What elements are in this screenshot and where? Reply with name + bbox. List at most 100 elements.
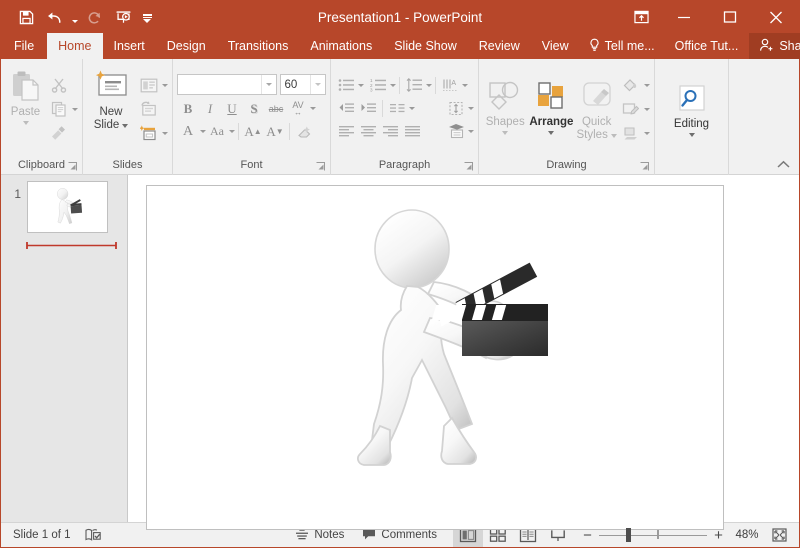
- list-item[interactable]: 1: [9, 181, 108, 233]
- zoom-slider[interactable]: [599, 525, 707, 545]
- bullets-dropdown-icon[interactable]: [358, 83, 364, 87]
- tab-animations[interactable]: Animations: [299, 33, 383, 59]
- font-name-dropdown-icon[interactable]: [260, 75, 276, 94]
- minimize-button[interactable]: [661, 1, 707, 33]
- font-size-input[interactable]: 60: [279, 74, 326, 95]
- shape-outline-dropdown-icon[interactable]: [643, 107, 650, 111]
- format-painter-button[interactable]: [47, 122, 70, 144]
- slide-thumbnail[interactable]: [27, 181, 108, 233]
- tab-insert[interactable]: Insert: [103, 33, 156, 59]
- numbering-button[interactable]: 1 2 3: [367, 75, 389, 96]
- font-name-input[interactable]: [177, 74, 277, 95]
- character-spacing-button[interactable]: AV ↔: [287, 98, 309, 119]
- line-spacing-dropdown-icon[interactable]: [426, 83, 432, 87]
- new-slide-button[interactable]: New Slide: [87, 64, 135, 154]
- tab-transitions[interactable]: Transitions: [217, 33, 300, 59]
- italic-button[interactable]: I: [199, 98, 221, 119]
- increase-indent-button[interactable]: [357, 98, 379, 119]
- text-direction-dropdown-icon[interactable]: [462, 83, 468, 87]
- zoom-percentage[interactable]: 48%: [730, 529, 764, 541]
- tab-slide-show[interactable]: Slide Show: [383, 33, 468, 59]
- convert-to-smartart-button[interactable]: [445, 121, 467, 142]
- font-size-dropdown-icon[interactable]: [310, 75, 325, 94]
- shape-effects-button[interactable]: [619, 122, 642, 144]
- slideshow-icon[interactable]: [110, 5, 136, 29]
- font-color-button[interactable]: A: [177, 121, 199, 142]
- tab-home[interactable]: Home: [47, 33, 103, 59]
- tab-view[interactable]: View: [531, 33, 580, 59]
- paste-button[interactable]: Paste: [5, 64, 46, 154]
- columns-button[interactable]: [386, 98, 408, 119]
- cut-button[interactable]: [47, 74, 70, 96]
- clear-formatting-button[interactable]: [293, 121, 315, 142]
- drawing-dialog-launcher[interactable]: [640, 162, 649, 171]
- bold-button[interactable]: B: [177, 98, 199, 119]
- underline-button[interactable]: U: [221, 98, 243, 119]
- text-direction-button[interactable]: A: [439, 75, 461, 96]
- align-left-button[interactable]: [335, 121, 357, 142]
- section-button[interactable]: [137, 122, 160, 144]
- align-text-button[interactable]: [445, 98, 467, 119]
- new-slide-dropdown-icon[interactable]: [122, 123, 129, 128]
- reset-button[interactable]: [137, 98, 160, 120]
- slide-editing-area[interactable]: [128, 175, 799, 530]
- tab-file[interactable]: File: [1, 33, 47, 59]
- bullets-button[interactable]: [335, 75, 357, 96]
- tab-review[interactable]: Review: [468, 33, 531, 59]
- arrange-button[interactable]: Arrange: [527, 74, 575, 144]
- text-shadow-button[interactable]: S: [243, 98, 265, 119]
- layout-button[interactable]: [137, 74, 160, 96]
- collapse-ribbon-button[interactable]: [729, 154, 799, 174]
- increase-font-size-button[interactable]: A ▲: [242, 121, 264, 142]
- maximize-button[interactable]: [707, 1, 753, 33]
- share-button[interactable]: Share: [749, 33, 800, 59]
- stick-figure-with-clapperboard-image[interactable]: [352, 208, 552, 478]
- thumbnail-pane-scrollbar[interactable]: [122, 175, 126, 522]
- paragraph-dialog-launcher[interactable]: [464, 162, 473, 171]
- layout-dropdown-icon[interactable]: [162, 83, 168, 87]
- slide-canvas[interactable]: [146, 185, 724, 530]
- strikethrough-button[interactable]: abc: [265, 98, 287, 119]
- slide-thumbnail-pane[interactable]: 1: [1, 175, 128, 522]
- tab-office-tutorials[interactable]: Office Tut...: [664, 33, 750, 59]
- shape-fill-dropdown-icon[interactable]: [643, 83, 650, 87]
- undo-dropdown-icon[interactable]: [69, 5, 80, 29]
- shapes-button[interactable]: Shapes: [483, 74, 527, 144]
- editing-button[interactable]: Editing: [665, 80, 719, 137]
- shape-outline-button[interactable]: [619, 98, 642, 120]
- clipboard-dialog-launcher[interactable]: [68, 162, 77, 171]
- align-right-button[interactable]: [379, 121, 401, 142]
- shape-effects-dropdown-icon[interactable]: [643, 131, 650, 135]
- close-button[interactable]: [753, 1, 799, 33]
- paste-dropdown-icon[interactable]: [22, 121, 29, 125]
- center-button[interactable]: [357, 121, 379, 142]
- tell-me-box[interactable]: Tell me...: [580, 33, 664, 59]
- quick-styles-dropdown-icon[interactable]: [610, 133, 617, 138]
- line-spacing-button[interactable]: [403, 75, 425, 96]
- justify-button[interactable]: [401, 121, 423, 142]
- smartart-dropdown-icon[interactable]: [468, 129, 474, 133]
- undo-icon[interactable]: [41, 5, 67, 29]
- copy-button[interactable]: [47, 98, 70, 120]
- arrange-dropdown-icon[interactable]: [548, 131, 555, 135]
- decrease-font-size-button[interactable]: A ▼: [264, 121, 286, 142]
- zoom-slider-handle[interactable]: [626, 528, 631, 542]
- character-spacing-dropdown-icon[interactable]: [310, 107, 316, 110]
- change-case-dropdown-icon[interactable]: [229, 130, 235, 133]
- save-icon[interactable]: [13, 5, 39, 29]
- columns-dropdown-icon[interactable]: [409, 106, 415, 110]
- fit-to-window-button[interactable]: [767, 525, 791, 545]
- align-text-dropdown-icon[interactable]: [468, 106, 474, 110]
- copy-dropdown-icon[interactable]: [72, 107, 78, 111]
- decrease-indent-button[interactable]: [335, 98, 357, 119]
- section-dropdown-icon[interactable]: [162, 131, 168, 135]
- tab-design[interactable]: Design: [156, 33, 217, 59]
- shapes-dropdown-icon[interactable]: [502, 131, 509, 135]
- quick-styles-button[interactable]: Quick Styles: [575, 74, 618, 144]
- accessibility-checker-button[interactable]: [84, 528, 101, 542]
- shape-fill-button[interactable]: [619, 74, 642, 96]
- font-dialog-launcher-bottom[interactable]: [316, 162, 325, 171]
- numbering-dropdown-icon[interactable]: [390, 83, 396, 87]
- editing-dropdown-icon[interactable]: [688, 132, 695, 137]
- ribbon-display-options-icon[interactable]: [621, 1, 661, 33]
